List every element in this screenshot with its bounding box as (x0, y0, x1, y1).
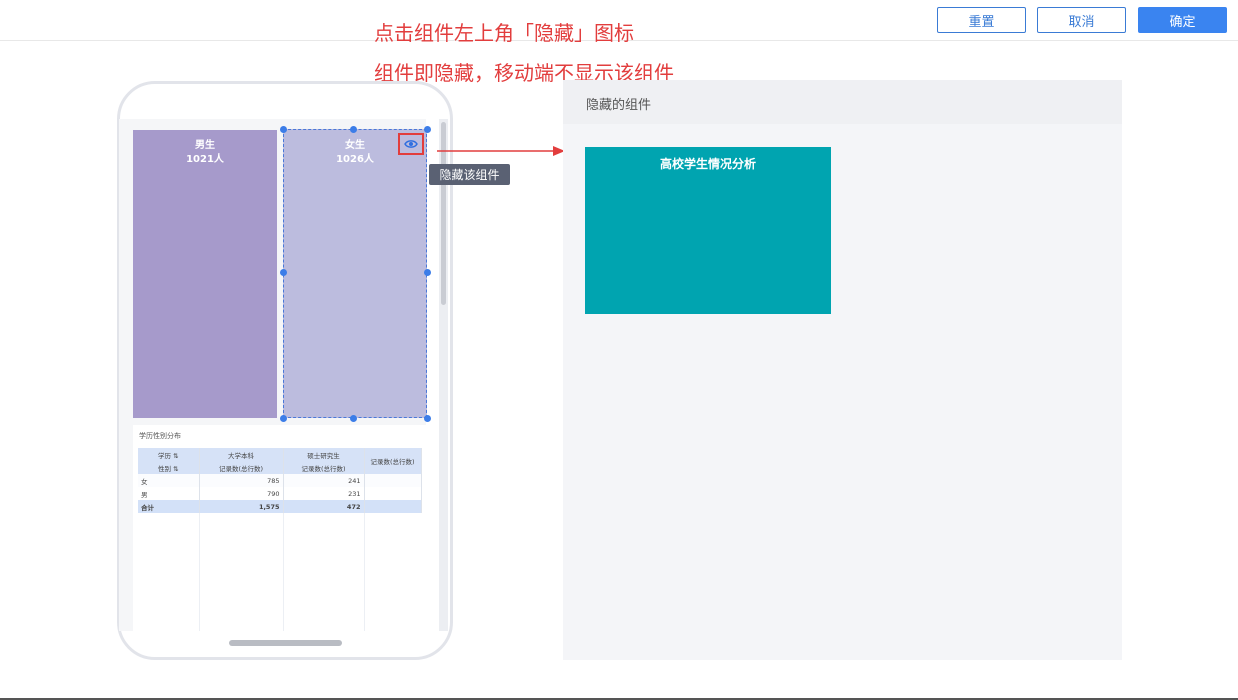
hide-component-button[interactable] (398, 133, 424, 155)
table-title: 学历性别分布 (139, 432, 181, 440)
resize-handle-bottom-right[interactable] (424, 415, 431, 422)
row-label: 男 (138, 487, 200, 500)
phone-home-indicator (229, 640, 342, 646)
header-cell: 大学本科 (199, 448, 284, 461)
gender-education-table-component[interactable]: 学历性别分布 学历 ⇅ 大学本科 硕士研究生 记录数(总行数) 性别 ⇅ 记录数… (133, 425, 426, 631)
sort-icon[interactable]: ⇅ (173, 465, 178, 473)
header-cell: 学历 ⇅ (138, 448, 200, 461)
annotation-line-1: 点击组件左上角「隐藏」图标 (374, 21, 634, 45)
cancel-button[interactable]: 取消 (1037, 7, 1126, 33)
arrow-to-hidden-panel (437, 146, 565, 156)
male-title: 男生 (195, 140, 215, 151)
table-cell: 790 (199, 487, 284, 500)
table-cell: 785 (199, 474, 284, 487)
sort-icon[interactable]: ⇅ (173, 452, 178, 460)
table-cell (364, 474, 422, 487)
header-cell: 记录数(总行数) (283, 461, 365, 474)
header-cell: 记录数(总行数) (364, 448, 422, 474)
table-row: 男 790 231 (138, 487, 422, 500)
table-header-row: 学历 ⇅ 大学本科 硕士研究生 记录数(总行数) (138, 448, 422, 474)
table-cell: 472 (283, 500, 365, 513)
eye-icon (404, 140, 418, 148)
table-total-row: 合计 1,575 472 (138, 500, 422, 513)
male-value: 1021人 (186, 154, 224, 165)
table-cell (364, 500, 422, 513)
table-cell (364, 487, 422, 500)
confirm-button[interactable]: 确定 (1138, 7, 1227, 33)
table-cell: 231 (283, 487, 365, 500)
header-cell: 记录数(总行数) (199, 461, 284, 474)
hidden-component-card[interactable]: 高校学生情况分析 (585, 147, 831, 314)
resize-handle-right[interactable] (424, 269, 431, 276)
resize-handle-bottom-left[interactable] (280, 415, 287, 422)
reset-button[interactable]: 重置 (937, 7, 1026, 33)
female-count-component[interactable]: 女生 1026人 (283, 129, 427, 418)
table-cell: 1,575 (199, 500, 284, 513)
resize-handle-left[interactable] (280, 269, 287, 276)
resize-handle-bottom[interactable] (350, 415, 357, 422)
header-cell: 硕士研究生 (283, 448, 365, 461)
header-cell: 性别 ⇅ (138, 461, 200, 474)
resize-handle-top-left[interactable] (280, 126, 287, 133)
resize-handle-top-right[interactable] (424, 126, 431, 133)
table-row: 女 785 241 (138, 474, 422, 487)
hide-component-tooltip: 隐藏该组件 (429, 164, 510, 185)
hidden-components-title: 隐藏的组件 (586, 98, 652, 113)
resize-handle-top[interactable] (350, 126, 357, 133)
table-cell: 241 (283, 474, 365, 487)
row-label: 合计 (138, 500, 200, 513)
hidden-component-title: 高校学生情况分析 (659, 157, 756, 171)
female-value: 1026人 (336, 154, 374, 165)
pivot-table: 学历 ⇅ 大学本科 硕士研究生 记录数(总行数) 性别 ⇅ 记录数(总行数) 记… (138, 448, 422, 513)
row-label: 女 (138, 474, 200, 487)
male-count-component[interactable]: 男生 1021人 (133, 130, 277, 418)
